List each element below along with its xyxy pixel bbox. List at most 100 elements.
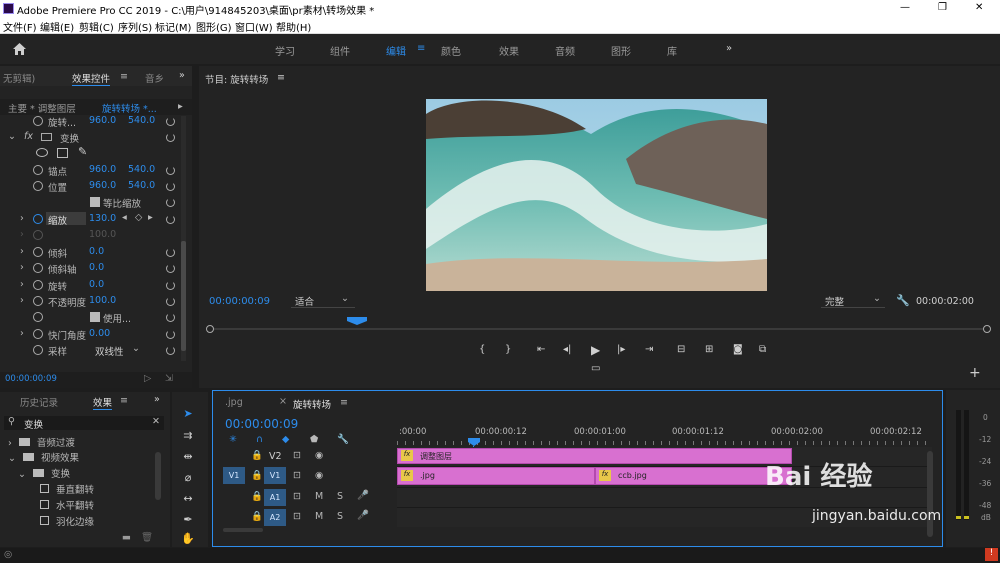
timeline-zoom-scrollbar[interactable] [223,528,263,532]
timeline-ruler[interactable]: :00:00 00:00:00:12 00:00:01:00 00:00:01:… [397,425,932,449]
timeline-timecode[interactable]: 00:00:00:09 [225,417,298,431]
selection-tool-icon[interactable]: ➤ [180,406,196,422]
reset-icon[interactable] [166,133,175,142]
playhead-icon[interactable] [347,317,367,325]
row-anchor-y[interactable]: 540.0 [128,164,155,175]
wrench-icon[interactable]: 🔧 [896,294,910,307]
lock-icon[interactable]: 🔒 [251,450,263,461]
rectangle-mask-icon[interactable] [57,148,68,158]
mark-in-button[interactable]: { [479,344,485,355]
reset-icon[interactable] [166,313,175,322]
row-scale-value[interactable]: 130.0 [89,213,116,224]
stopwatch-icon[interactable] [33,345,43,355]
delete-icon[interactable]: 🗑 [141,532,153,543]
pen-mask-icon[interactable]: ✎ [78,145,87,158]
add-marker-icon[interactable]: ◆ [282,434,289,445]
mute-button[interactable]: M [315,511,323,522]
linked-selection-icon[interactable]: ∩ [256,434,263,445]
effects-scrollbar[interactable] [155,452,161,500]
workspace-tab-graphics[interactable]: 图形 [611,43,631,58]
close-tab-icon[interactable]: × [279,396,287,407]
sync-lock-icon[interactable]: ⊡ [293,491,301,502]
play-icon[interactable]: ▶ [591,343,600,357]
track-target-v1[interactable]: V1 [264,467,286,484]
tab-history[interactable]: 历史记录 [20,395,58,409]
comparison-view-icon[interactable]: ⧉ [759,344,766,355]
timeline-menu-icon[interactable]: ≡ [340,397,348,408]
slip-tool-icon[interactable]: ↔ [180,491,196,507]
workspace-tab-color[interactable]: 颜色 [441,43,461,58]
panel-more-icon[interactable]: » [179,70,185,81]
stopwatch-icon[interactable] [33,329,43,339]
row-skew-value[interactable]: 0.0 [89,246,104,257]
reset-icon[interactable] [166,248,175,257]
workspace-tab-audio[interactable]: 音频 [555,43,575,58]
effects-more-icon[interactable]: » [154,394,160,405]
next-keyframe-icon[interactable]: ▸ [148,212,153,223]
mark-out-button[interactable]: } [505,344,511,355]
row-position-x[interactable]: 960.0 [89,180,116,191]
collapse-arrow-icon[interactable]: ⌄ [8,131,16,142]
tree-item-vertical-flip[interactable]: 垂直翻转 [40,482,94,496]
menu-edit[interactable]: 编辑(E) [40,19,74,34]
workspace-tab-editing[interactable]: 编辑 [386,43,406,58]
reset-icon[interactable] [166,346,175,355]
menu-marker[interactable]: 标记(M) [155,19,191,34]
fit-dropdown[interactable]: 适合 ⌄ [291,293,355,308]
go-to-out-icon[interactable]: ⇥ [645,344,653,355]
tab-no-clip[interactable]: 无剪辑) [3,71,35,85]
workspace-menu-icon[interactable]: ≡ [417,43,425,54]
lock-icon[interactable]: 🔒 [251,491,263,502]
snap-icon[interactable]: ✳ [229,434,237,445]
program-timecode[interactable]: 00:00:00:09 [209,296,270,307]
track-target-a1[interactable]: A1 [264,489,286,506]
menu-window[interactable]: 窗口(W) [235,19,273,34]
tree-item-audio-transitions[interactable]: › 音频过渡 [8,435,75,449]
eye-icon[interactable]: ◉ [315,450,323,461]
reset-icon[interactable] [166,297,175,306]
mute-button[interactable]: M [315,491,323,502]
scrollbar-thumb[interactable] [181,241,186,351]
workspace-tab-learn[interactable]: 学习 [275,43,295,58]
timeline-settings-icon[interactable]: 🔧 [337,434,349,445]
expand-arrow-icon[interactable]: › [20,328,24,339]
clip-adjustment-layer[interactable]: fx 调整图层 [397,448,792,464]
row-skew-axis-value[interactable]: 0.0 [89,262,104,273]
effects-search-input[interactable]: ⚲ 变换 ✕ [4,416,164,431]
expand-arrow-icon[interactable]: ▸ [178,101,183,112]
menu-sequence[interactable]: 序列(S) [118,19,152,34]
tree-item-video-effects[interactable]: ⌄ 视频效果 [8,450,79,464]
sequence-tab-active[interactable]: 旋转转场 [293,397,331,411]
row-rotate-y[interactable]: 540.0 [128,115,155,126]
warning-icon[interactable]: ! [985,548,998,561]
home-icon[interactable] [12,42,27,56]
tree-item-transform[interactable]: ⌄ 变换 [18,466,70,480]
lock-icon[interactable]: 🔒 [251,511,263,522]
menu-clip[interactable]: 剪辑(C) [79,19,114,34]
row-opacity-value[interactable]: 100.0 [89,295,116,306]
program-scrubber[interactable] [209,328,987,330]
stopwatch-icon[interactable] [33,116,43,126]
add-button-icon[interactable]: + [969,365,981,381]
row-anchor-x[interactable]: 960.0 [89,164,116,175]
stopwatch-icon[interactable] [33,165,43,175]
reset-icon[interactable] [166,215,175,224]
stopwatch-icon[interactable] [33,247,43,257]
eye-icon[interactable]: ◉ [315,470,323,481]
effects-menu-icon[interactable]: ≡ [120,395,128,406]
captions-icon[interactable]: ▭ [591,363,600,374]
microphone-icon[interactable]: 🎤 [357,490,369,501]
chevron-down-icon[interactable]: ⌄ [132,343,140,354]
reset-icon[interactable] [166,264,175,273]
solo-button[interactable]: S [337,491,343,502]
track-select-tool-icon[interactable]: ⇉ [180,428,196,444]
stopwatch-icon[interactable] [33,296,43,306]
sampling-dropdown[interactable]: 双线性 [95,344,124,358]
row-rotation-value[interactable]: 0.0 [89,279,104,290]
ec-timecode[interactable]: 00:00:00:09 [5,374,57,384]
export-icon[interactable]: ⇲ [165,373,173,384]
maximize-button[interactable]: ❐ [938,2,947,13]
row-position-y[interactable]: 540.0 [128,180,155,191]
filter-icon[interactable]: ▷ [144,373,151,384]
stopwatch-active-icon[interactable] [33,214,43,224]
